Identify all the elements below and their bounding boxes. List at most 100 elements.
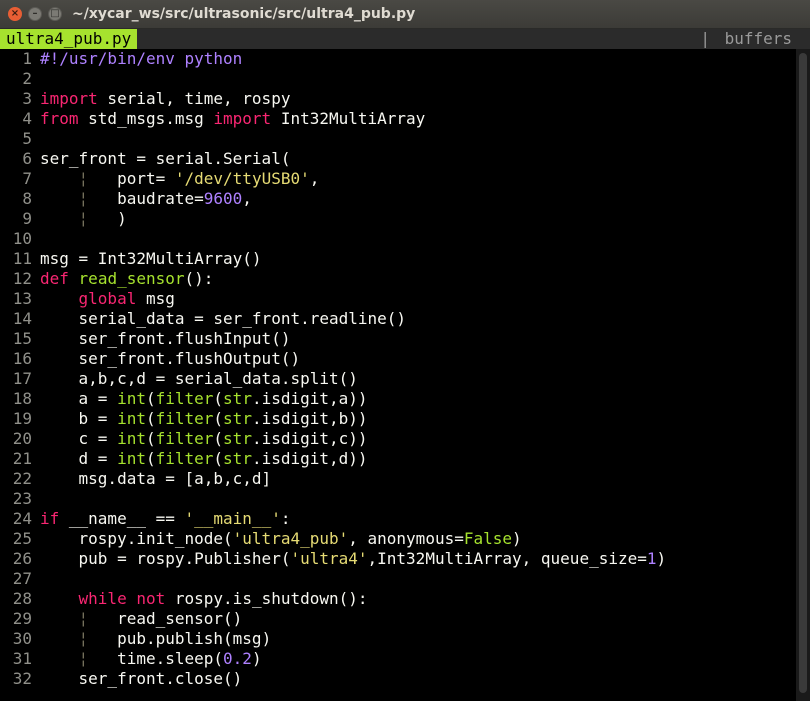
code-line[interactable]: 6 ser_front = serial.Serial( xyxy=(0,149,810,169)
code-line[interactable]: 2 xyxy=(0,69,810,89)
code-token: ¦ xyxy=(78,649,89,668)
code-line[interactable]: 1 #!/usr/bin/env python xyxy=(0,49,810,69)
line-number: 16 xyxy=(12,349,32,368)
code-token: serial, time, rospy xyxy=(97,89,291,108)
code-line[interactable]: 31 ¦ time.sleep(0.2) xyxy=(0,649,810,669)
code-token: , xyxy=(309,169,320,188)
code-token: pub.publish(msg) xyxy=(88,629,272,648)
code-line[interactable]: 25 rospy.init_node('ultra4_pub', anonymo… xyxy=(0,529,810,549)
code-line[interactable]: 3 import serial, time, rospy xyxy=(0,89,810,109)
code-line[interactable]: 30 ¦ pub.publish(msg) xyxy=(0,629,810,649)
code-token: ,Int32MultiArray, queue_size= xyxy=(367,549,647,568)
tabline-separator: | xyxy=(700,29,710,48)
code-token: global xyxy=(78,289,137,308)
code-token: if xyxy=(40,509,60,528)
code-line[interactable]: 7 ¦ port= '/dev/ttyUSB0', xyxy=(0,169,810,189)
code-text: ¦ time.sleep(0.2) xyxy=(40,649,810,669)
code-token: int xyxy=(117,389,146,408)
code-token: ¦ xyxy=(78,169,89,188)
minimize-button[interactable]: – xyxy=(28,7,42,21)
code-line[interactable]: 18 a = int(filter(str.isdigit,a)) xyxy=(0,389,810,409)
code-text: a = int(filter(str.isdigit,a)) xyxy=(40,389,810,409)
line-number: 13 xyxy=(12,289,32,308)
code-line[interactable]: 26 pub = rospy.Publisher('ultra4',Int32M… xyxy=(0,549,810,569)
code-line[interactable]: 8 ¦ baudrate=9600, xyxy=(0,189,810,209)
code-token: serial_data = ser_front.readline() xyxy=(40,309,407,328)
code-token: 1 xyxy=(646,549,657,568)
code-line[interactable]: 19 b = int(filter(str.isdigit,b)) xyxy=(0,409,810,429)
line-number: 6 xyxy=(22,149,32,168)
code-token: b = xyxy=(40,409,118,428)
line-number: 5 xyxy=(22,129,32,148)
code-token: read_sensor xyxy=(78,269,185,288)
line-number: 19 xyxy=(12,409,32,428)
code-token: std_msgs.msg xyxy=(78,109,214,128)
line-number: 3 xyxy=(22,89,32,108)
code-token: 'ultra4_pub' xyxy=(232,529,349,548)
code-token: import xyxy=(213,109,272,128)
code-line[interactable]: 20 c = int(filter(str.isdigit,c)) xyxy=(0,429,810,449)
code-token: d = xyxy=(40,449,118,468)
code-token: baudrate= xyxy=(88,189,204,208)
code-line[interactable]: 29 ¦ read_sensor() xyxy=(0,609,810,629)
line-number: 2 xyxy=(22,69,32,88)
code-text: while not rospy.is_shutdown(): xyxy=(40,589,810,609)
code-token: ( xyxy=(213,429,224,448)
code-line[interactable]: 14 serial_data = ser_front.readline() xyxy=(0,309,810,329)
code-text: #!/usr/bin/env python xyxy=(40,49,810,69)
code-line[interactable]: 32 ser_front.close() xyxy=(0,669,810,689)
code-token: filter xyxy=(155,389,214,408)
code-token: filter xyxy=(155,409,214,428)
title-bar[interactable]: × – □ ~/xycar_ws/src/ultrasonic/src/ultr… xyxy=(0,0,810,29)
code-token: int xyxy=(117,409,146,428)
code-line[interactable]: 22 msg.data = [a,b,c,d] xyxy=(0,469,810,489)
line-number: 32 xyxy=(12,669,32,688)
code-token: str xyxy=(223,409,252,428)
code-line[interactable]: 9 ¦ ) xyxy=(0,209,810,229)
vertical-scrollbar[interactable] xyxy=(796,49,810,701)
maximize-button[interactable]: □ xyxy=(48,7,62,21)
code-line[interactable]: 23 xyxy=(0,489,810,509)
code-line[interactable]: 12 def read_sensor(): xyxy=(0,269,810,289)
code-token: , anonymous= xyxy=(348,529,464,548)
line-number: 11 xyxy=(12,249,32,268)
code-text: rospy.init_node('ultra4_pub', anonymous=… xyxy=(40,529,810,549)
code-token: .isdigit,a)) xyxy=(251,389,368,408)
code-line[interactable]: 5 xyxy=(0,129,810,149)
code-line[interactable]: 17 a,b,c,d = serial_data.split() xyxy=(0,369,810,389)
code-token: ( xyxy=(213,449,224,468)
code-editor[interactable]: 1 #!/usr/bin/env python 2 3 import serial, t… xyxy=(0,49,810,689)
close-button[interactable]: × xyxy=(8,7,22,21)
code-line[interactable]: 16 ser_front.flushOutput() xyxy=(0,349,810,369)
code-token: ) xyxy=(251,649,262,668)
code-text: c = int(filter(str.isdigit,c)) xyxy=(40,429,810,449)
code-line[interactable]: 27 xyxy=(0,569,810,589)
code-token: ¦ xyxy=(78,609,89,628)
code-token: from xyxy=(40,109,79,128)
code-line[interactable]: 11 msg = Int32MultiArray() xyxy=(0,249,810,269)
code-text: ser_front.close() xyxy=(40,669,810,689)
code-line[interactable]: 15 ser_front.flushInput() xyxy=(0,329,810,349)
code-text: def read_sensor(): xyxy=(40,269,810,289)
code-token: , xyxy=(242,189,252,208)
scrollbar-thumb[interactable] xyxy=(799,53,807,693)
code-text: ¦ pub.publish(msg) xyxy=(40,629,810,649)
code-token: '__main__' xyxy=(184,509,281,528)
line-number: 29 xyxy=(12,609,32,628)
code-text: global msg xyxy=(40,289,810,309)
code-text: a,b,c,d = serial_data.split() xyxy=(40,369,810,389)
code-line[interactable]: 10 xyxy=(0,229,810,249)
code-line[interactable]: 4 from std_msgs.msg import Int32MultiArra… xyxy=(0,109,810,129)
code-line[interactable]: 24 if __name__ == '__main__': xyxy=(0,509,810,529)
tab-ultra4-pub[interactable]: ultra4_pub.py xyxy=(0,29,138,49)
window-title: ~/xycar_ws/src/ultrasonic/src/ultra4_pub… xyxy=(72,6,416,22)
code-line[interactable]: 13 global msg xyxy=(0,289,810,309)
code-line[interactable]: 28 while not rospy.is_shutdown(): xyxy=(0,589,810,609)
code-text: serial_data = ser_front.readline() xyxy=(40,309,810,329)
buffers-label[interactable]: buffers xyxy=(715,29,792,49)
code-line[interactable]: 21 d = int(filter(str.isdigit,d)) xyxy=(0,449,810,469)
